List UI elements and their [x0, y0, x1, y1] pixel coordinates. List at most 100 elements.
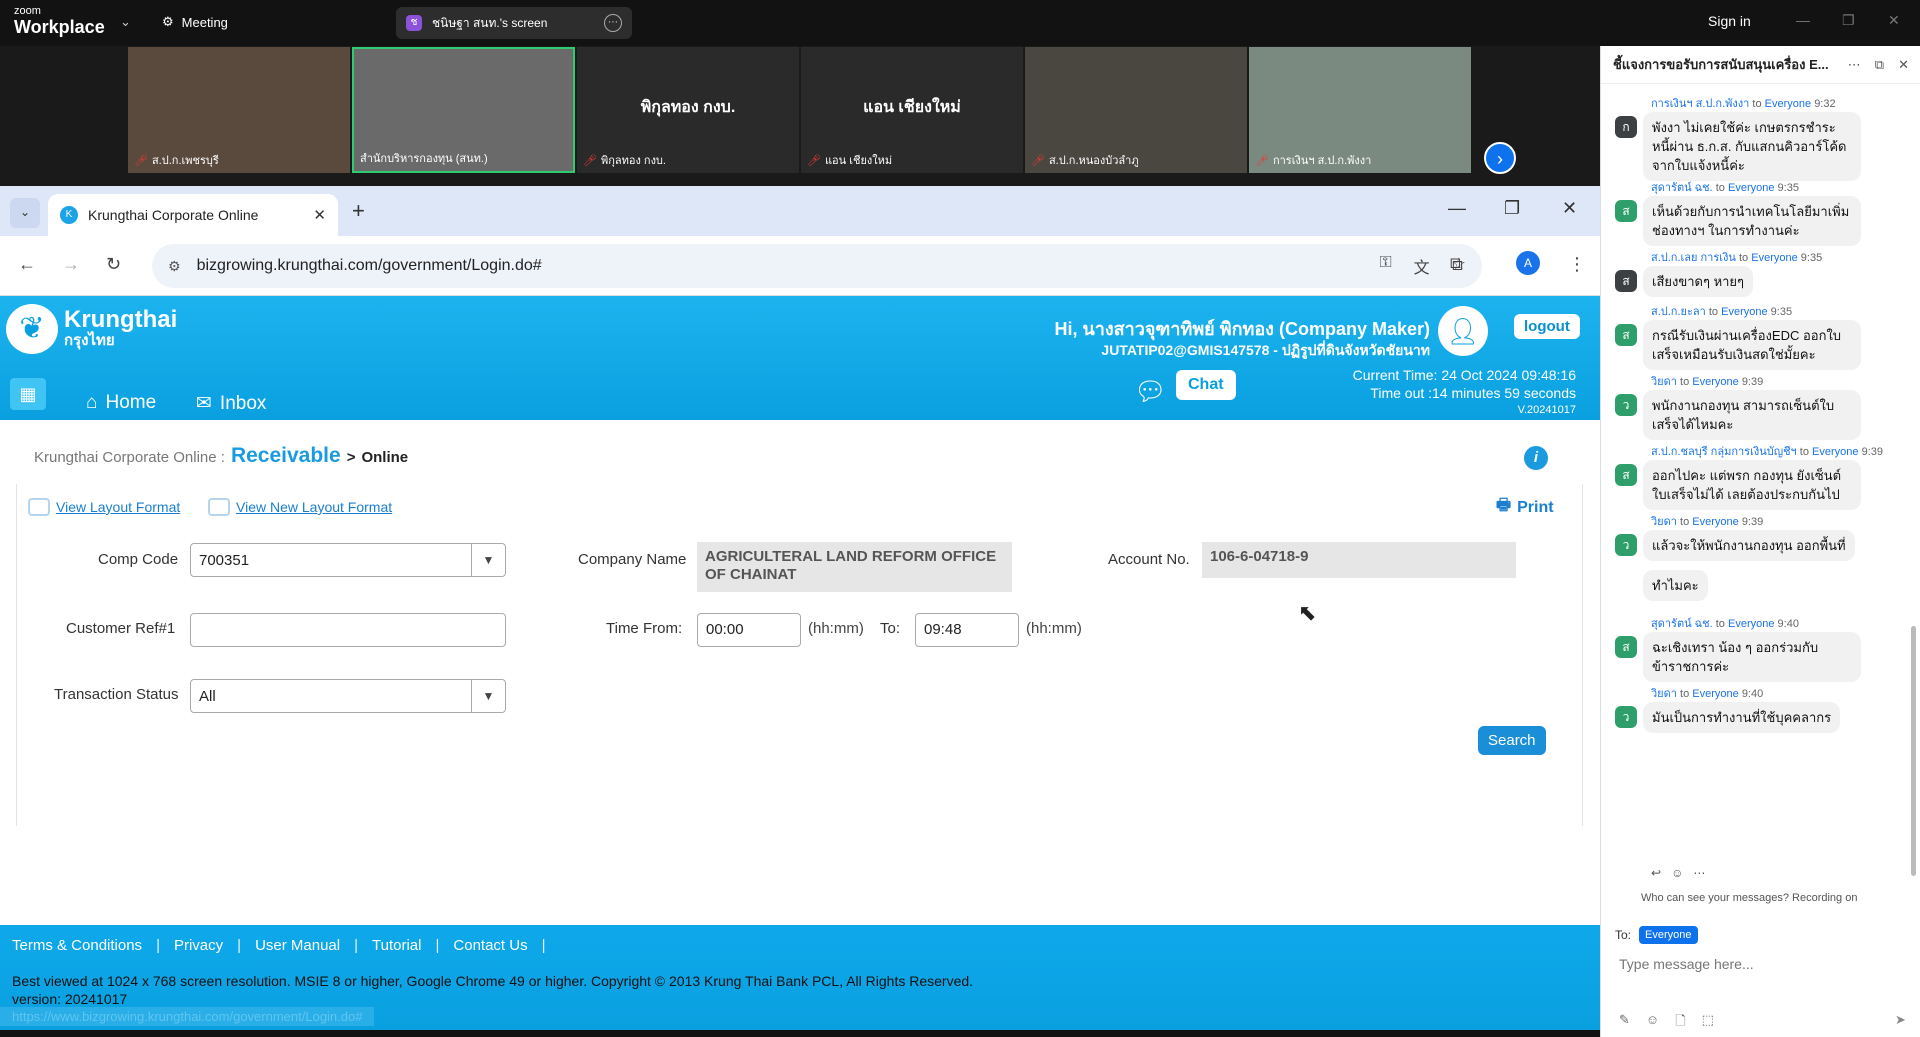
footer-link-user-manual[interactable]: User Manual [255, 937, 340, 954]
meeting-menu[interactable]: ⚙ Meeting [162, 14, 228, 30]
format-icon[interactable]: ✎ [1619, 1012, 1630, 1034]
chat-panel: ชี้แจงการขอรับการสนับสนุนเครื่อง E... ⋯ … [1600, 46, 1920, 1037]
video-tile[interactable]: 🎤︎ ส.ป.ก.หนองบัวลำภู [1025, 47, 1247, 173]
video-tile[interactable]: พิกุลทอง กงบ. 🎤︎ พิกุลทอง กงบ. [577, 47, 799, 173]
customer-ref-input[interactable] [190, 613, 506, 647]
extensions-icon[interactable]: ⧉ [1450, 254, 1463, 275]
video-tile-active-speaker[interactable]: สำนักบริหารกองทุน (สนท.) [352, 47, 575, 173]
chat-bubble[interactable]: มันเป็นการทำงานที่ใช้บุคคลากร [1643, 702, 1841, 733]
recipient-dropdown[interactable]: Everyone [1639, 926, 1698, 944]
emoji-react-icon[interactable]: ☺ [1671, 866, 1683, 880]
profile-avatar[interactable]: A [1516, 251, 1540, 275]
reply-icon[interactable]: ↩ [1651, 866, 1661, 880]
chat-message-input[interactable]: Type message here... [1619, 956, 1754, 972]
browser-tab[interactable]: K Krungthai Corporate Online ✕ [48, 194, 338, 236]
close-icon[interactable]: ✕ [1888, 12, 1900, 29]
close-tab-icon[interactable]: ✕ [313, 206, 326, 224]
avatar[interactable]: ส [1615, 200, 1637, 222]
more-icon[interactable]: ⋯ [1848, 57, 1861, 73]
printer-icon: 🖶︎ [1496, 497, 1512, 514]
close-window-icon[interactable]: ✕ [1562, 198, 1577, 219]
krungthai-logo[interactable]: ❦ Krungthai กรุงไทย [6, 304, 177, 354]
view-new-layout-link[interactable]: View New Layout Format [208, 498, 392, 516]
file-icon[interactable]: 🗋 [1675, 1012, 1685, 1034]
footer-version: version: 20241017 [12, 991, 128, 1007]
tile-center-name: พิกุลทอง กงบ. [640, 99, 736, 116]
chat-sender: ส.ป.ก.ยะลา [1651, 306, 1706, 318]
more-icon[interactable]: ⋯ [1693, 866, 1705, 880]
view-layout-link[interactable]: View Layout Format [28, 498, 180, 516]
signin-button[interactable]: Sign in [1708, 13, 1751, 29]
key-icon[interactable]: ⚿ [1379, 254, 1391, 278]
minimize-icon[interactable]: — [1796, 12, 1810, 28]
video-tile[interactable]: 🎤︎ การเงินฯ ส.ป.ก.พังงา [1249, 47, 1471, 173]
privacy-note[interactable]: Who can see your messages? Recording on [1641, 892, 1857, 904]
minimize-icon[interactable]: — [1448, 198, 1466, 219]
restore-icon[interactable]: ❐ [1504, 198, 1520, 219]
site-info-icon[interactable]: ⚙ [168, 258, 181, 275]
chat-bubble[interactable]: ออกไปคะ แต่พรก กองทุน ยังเซ็นต์ใบเสร็จไม… [1643, 460, 1861, 510]
more-icon[interactable]: ⋯ [604, 14, 622, 32]
chat-bubble[interactable]: แล้วจะให้พนักงานกองทุน ออกพื้นที่ [1643, 530, 1855, 561]
next-page-icon[interactable]: › [1484, 142, 1516, 174]
tab-search-icon[interactable]: ⌄ [10, 198, 40, 228]
chat-audience: Everyone [1692, 688, 1739, 700]
chat-bubble[interactable]: ฉะเชิงเทรา น้อง ๆ ออกร่วมกับข้าราชการค่ะ [1643, 632, 1861, 682]
screen-share-indicator[interactable]: ช ชนิษฐา สนท.'s screen ⋯ [396, 7, 632, 39]
chat-scrollbar[interactable] [1911, 626, 1916, 876]
reload-icon[interactable]: ↻ [106, 254, 121, 275]
chat-bubble-icon: 💬︎ [1134, 376, 1168, 406]
avatar[interactable]: ว [1615, 534, 1637, 556]
chat-bubble[interactable]: เห็นด้วยกับการนำเทคโนโลยีมาเพิ่มช่องทางฯ… [1643, 196, 1861, 246]
print-button[interactable]: 🖶︎ Print [1496, 494, 1554, 521]
brand-en: Krungthai [64, 306, 178, 333]
chat-bubble[interactable]: เสียงขาดๆ หายๆ [1643, 266, 1754, 297]
logout-button[interactable]: logout [1514, 314, 1580, 339]
footer-link-privacy[interactable]: Privacy [174, 937, 223, 954]
footer-link-terms[interactable]: Terms & Conditions [12, 937, 142, 954]
avatar[interactable]: ส [1615, 270, 1637, 292]
restore-icon[interactable]: ❐ [1842, 12, 1855, 29]
translate-icon[interactable]: 文 [1414, 254, 1430, 278]
send-icon[interactable]: ➤ [1895, 1012, 1906, 1028]
search-button[interactable]: Search [1478, 726, 1546, 755]
avatar[interactable]: ก [1615, 116, 1637, 138]
video-tile[interactable]: แอน เชียงใหม่ 🎤︎ แอน เชียงใหม่ [801, 47, 1023, 173]
time-to-input[interactable]: 09:48 [915, 613, 1019, 647]
chevron-down-icon: ▼ [471, 544, 505, 576]
customer-ref-label: Customer Ref#1 [66, 620, 176, 637]
chat-bubble[interactable]: พังงา ไม่เคยใช้ค่ะ เกษตรกรชำระหนี้ผ่าน ธ… [1643, 112, 1861, 181]
new-tab-icon[interactable]: + [352, 198, 365, 224]
chat-bubble[interactable]: กรณีรับเงินผ่านเครื่องEDC ออกใบเสร็จเหมื… [1643, 320, 1861, 370]
forward-icon[interactable]: → [62, 254, 80, 275]
comp-code-select[interactable]: 700351 ▼ [190, 543, 506, 577]
avatar[interactable]: ส [1615, 636, 1637, 658]
avatar[interactable]: ว [1615, 706, 1637, 728]
close-icon[interactable]: ✕ [1898, 57, 1909, 73]
app-grid-icon[interactable]: ▦ [10, 378, 46, 410]
chat-to: to [1739, 252, 1749, 264]
avatar[interactable]: ส [1615, 324, 1637, 346]
chat-bubble[interactable]: พนักงานกองทุน สามารถเซ็นต์ใบเสร็จได้ไหมค… [1643, 390, 1861, 440]
transaction-status-select[interactable]: All ▼ [190, 679, 506, 713]
screenshot-icon[interactable]: ⬚ [1702, 1012, 1714, 1034]
time-from-input[interactable]: 00:00 [697, 613, 801, 647]
avatar[interactable]: ส [1615, 464, 1637, 486]
chat-bubble[interactable]: ทำไมคะ [1643, 570, 1708, 601]
popout-icon[interactable]: ⧉ [1875, 57, 1884, 73]
url-field[interactable]: ⚙ bizgrowing.krungthai.com/government/Lo… [152, 244, 1482, 288]
chat-message-meta: สุดารัตน์ ฉช. to Everyone 9:35 [1651, 178, 1799, 196]
footer-link-contact[interactable]: Contact Us [453, 937, 527, 954]
chat-button[interactable]: Chat [1176, 370, 1236, 400]
user-avatar-icon: 👤︎ [1438, 306, 1488, 356]
menu-kebab-icon[interactable]: ⋮ [1568, 254, 1586, 275]
avatar[interactable]: ว [1615, 394, 1637, 416]
back-icon[interactable]: ← [18, 254, 36, 275]
emoji-icon[interactable]: ☺ [1646, 1012, 1659, 1034]
footer-link-tutorial[interactable]: Tutorial [372, 937, 421, 954]
nav-inbox[interactable]: ✉ Inbox [196, 392, 266, 415]
nav-home[interactable]: ⌂ Home [86, 392, 156, 414]
info-icon[interactable]: i [1524, 446, 1548, 470]
chevron-down-icon[interactable]: ⌄ [120, 14, 131, 30]
video-tile[interactable]: 🎤︎ ส.ป.ก.เพชรบุรี [128, 47, 350, 173]
